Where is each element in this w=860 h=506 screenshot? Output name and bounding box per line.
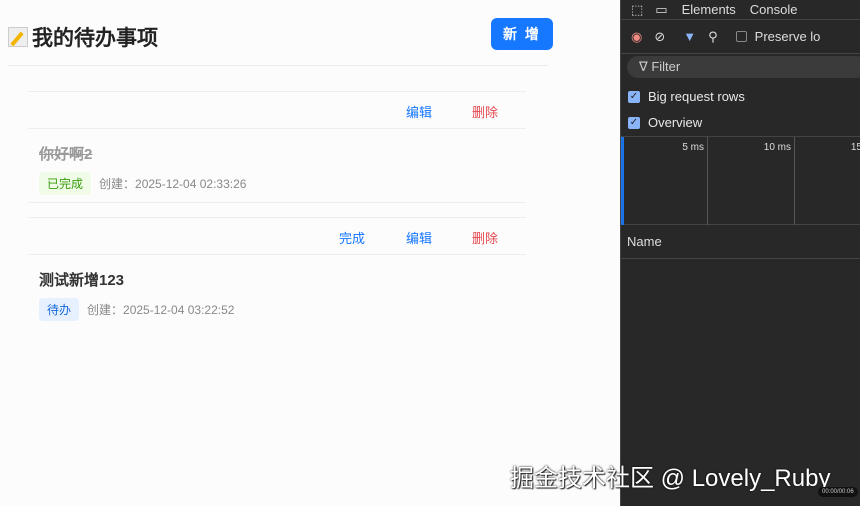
checkmark-icon: ✓ [628, 116, 640, 129]
status-badge: 已完成 [39, 172, 92, 195]
tick-label: 5 ms [621, 137, 708, 225]
filter-funnel-icon: ∇ [639, 59, 652, 74]
filter-placeholder: Filter [651, 59, 681, 74]
tab-elements[interactable]: Elements [682, 2, 736, 17]
preserve-log-label: Preserve lo [754, 29, 821, 44]
title-text: 我的待办事项 [32, 27, 158, 50]
todo-app: 我的待办事项 新 增 编辑 删除 你好啊2 已完成 创建：2025-12-04 0… [0, 0, 620, 506]
page-title: 我的待办事项 [8, 22, 158, 52]
filter-icon[interactable]: ▼ [683, 29, 696, 44]
edit-button[interactable]: 编辑 [406, 102, 432, 121]
tab-console[interactable]: Console [750, 2, 798, 17]
todo-name: 测试新增123 [39, 272, 125, 289]
memo-icon [8, 27, 28, 47]
devtools-panel: ⬚ ▭ Elements Console ◉ ⊘ ▼ ⚲ Preserve lo… [620, 0, 860, 506]
created-time: 创建：2025-12-04 03:22:52 [87, 303, 235, 317]
search-icon[interactable]: ⚲ [708, 29, 718, 45]
checkbox-label: Big request rows [648, 89, 745, 104]
devtools-tabbar: ⬚ ▭ Elements Console [621, 0, 860, 20]
todo-actions: 完成 编辑 删除 [28, 217, 526, 255]
todo-item: 完成 编辑 删除 测试新增123 待办 创建：2025-12-04 03:22:5… [28, 217, 526, 329]
name-column-header[interactable]: Name [621, 225, 860, 259]
created-time: 创建：2025-12-04 02:33:26 [99, 177, 247, 191]
todo-actions: 编辑 删除 [28, 91, 526, 129]
preserve-log-checkbox[interactable] [735, 31, 747, 42]
overview-checkbox[interactable]: ✓ Overview [628, 115, 702, 130]
clear-icon[interactable]: ⊘ [654, 29, 665, 45]
device-toggle-icon[interactable]: ▭ [655, 2, 667, 18]
header: 我的待办事项 新 增 [8, 16, 553, 66]
tick-label: 15 [850, 142, 860, 153]
watermark: 掘金技术社区 @ Lovely_Ruby [510, 465, 831, 492]
inspect-icon[interactable]: ⬚ [631, 2, 643, 18]
record-icon[interactable]: ◉ [631, 29, 642, 45]
edit-button[interactable]: 编辑 [406, 228, 432, 247]
network-toolbar: ◉ ⊘ ▼ ⚲ Preserve lo [621, 20, 860, 54]
checkbox-label: Overview [648, 115, 703, 130]
delete-button[interactable]: 删除 [472, 102, 498, 121]
video-time: 00:00/00:06 [818, 487, 858, 497]
name-header-label: Name [627, 234, 662, 249]
add-button[interactable]: 新 增 [491, 18, 553, 50]
tick-label: 10 ms [708, 137, 795, 225]
big-request-rows-checkbox[interactable]: ✓ Big request rows [628, 89, 745, 104]
delete-button[interactable]: 删除 [472, 228, 498, 247]
checkmark-icon: ✓ [628, 90, 640, 103]
status-badge: 待办 [39, 298, 80, 321]
todo-name: 你好啊2 [39, 146, 93, 163]
todo-item: 编辑 删除 你好啊2 已完成 创建：2025-12-04 02:33:26 [28, 91, 526, 203]
complete-button[interactable]: 完成 [339, 228, 365, 247]
filter-input[interactable]: ∇ Filter [627, 56, 860, 78]
overview-timeline[interactable]: 5 ms 10 ms 15 [621, 136, 860, 225]
